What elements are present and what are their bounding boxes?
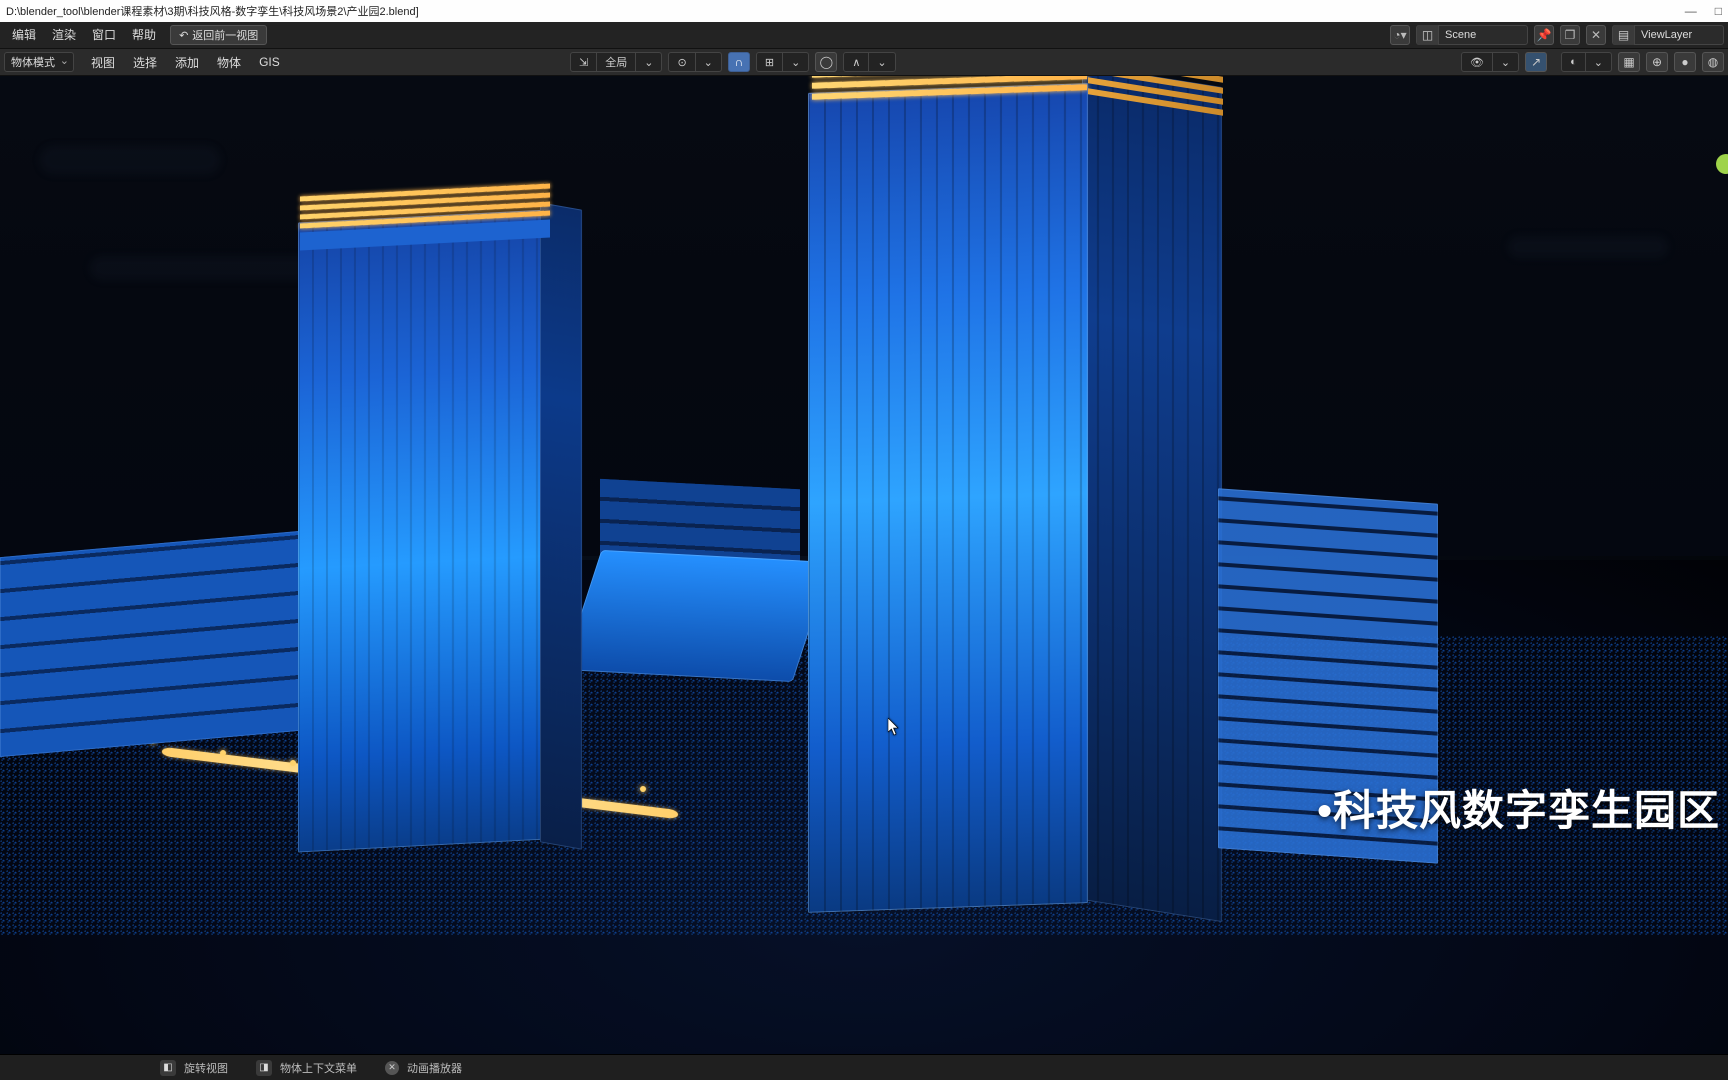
transform-orientation-label: 全局 xyxy=(597,53,636,71)
status-player-label: 动画播放器 xyxy=(407,1060,462,1076)
magnet-icon: ∩ xyxy=(735,55,744,69)
window-minimize-button[interactable]: — xyxy=(1685,4,1697,18)
window-title-path: D:\blender_tool\blender课程素材\3期\科技风格-数字孪生… xyxy=(6,3,419,19)
workspace-extras-dropdown[interactable]: ◔▾ xyxy=(1390,25,1410,45)
menu-object[interactable]: 物体 xyxy=(208,54,250,71)
status-rotate-label: 旋转视图 xyxy=(184,1060,228,1076)
cloud-decoration xyxy=(90,256,310,280)
cloud-decoration xyxy=(1508,236,1668,258)
shading-solid-button[interactable]: ● xyxy=(1674,52,1696,72)
delete-scene-button[interactable]: ✕ xyxy=(1586,25,1606,45)
overlays-dropdown[interactable]: ◐ ⌄ xyxy=(1561,52,1612,72)
gizmo-toggle-button[interactable]: ↗ xyxy=(1525,52,1547,72)
pivot-icon: ⊙ xyxy=(677,56,686,69)
eye-icon: 👁 xyxy=(1470,56,1484,69)
pivot-point-dropdown[interactable]: ⊙ ⌄ xyxy=(668,52,721,72)
viewlayer-field[interactable]: ▤ xyxy=(1612,25,1724,45)
status-bar: ◧ 旋转视图 ◨ 物体上下文菜单 ✕ 动画播放器 xyxy=(0,1054,1728,1080)
menu-bar: 编辑 渲染 窗口 帮助 ↶ 返回前一视图 ◔▾ ◫ 📌 ❐ ✕ ▤ xyxy=(0,22,1728,48)
interaction-mode-label: 物体模式 xyxy=(11,54,55,70)
gizmo-icon: ↗ xyxy=(1531,55,1541,69)
camera-shutter-icon: ◔▾ xyxy=(1393,28,1406,42)
chevron-down-icon: ⌄ xyxy=(877,56,886,69)
axis-icon: ⇲ xyxy=(579,56,588,69)
snap-element-dropdown[interactable]: ⊞ ⌄ xyxy=(756,52,809,72)
menu-help[interactable]: 帮助 xyxy=(124,22,164,48)
mouse-cursor-icon xyxy=(888,718,900,736)
chevron-down-icon: ⌄ xyxy=(644,56,653,69)
back-to-previous-view-button[interactable]: ↶ 返回前一视图 xyxy=(170,25,267,45)
status-animation-player: ✕ 动画播放器 xyxy=(385,1060,462,1076)
menu-select[interactable]: 选择 xyxy=(124,54,166,71)
viewlayer-name-input[interactable] xyxy=(1635,29,1723,41)
chevron-down-icon: ⌄ xyxy=(1594,56,1603,69)
xray-toggle-button[interactable]: ▦ xyxy=(1618,52,1640,72)
wireframe-icon: ⊕ xyxy=(1652,55,1662,69)
status-context-label: 物体上下文菜单 xyxy=(280,1060,357,1076)
back-arrow-icon: ↶ xyxy=(179,29,188,42)
menu-window[interactable]: 窗口 xyxy=(84,22,124,48)
proportional-edit-toggle[interactable]: ◯ xyxy=(815,52,837,72)
material-preview-icon: ◍ xyxy=(1708,55,1718,69)
falloff-icon: ∧ xyxy=(852,56,860,69)
visibility-filter-dropdown[interactable]: 👁 ⌄ xyxy=(1461,52,1519,72)
chevron-down-icon: ⌄ xyxy=(1501,56,1510,69)
cloud-decoration xyxy=(40,146,220,174)
proportional-icon: ◯ xyxy=(820,55,833,69)
status-rotate-view: ◧ 旋转视图 xyxy=(160,1060,228,1076)
scene-field[interactable]: ◫ xyxy=(1416,25,1528,45)
transform-orientation-dropdown[interactable]: ⇲ 全局 ⌄ xyxy=(570,52,662,72)
viewport-header: 物体模式 视图 选择 添加 物体 GIS ⇲ 全局 ⌄ ⊙ ⌄ ∩ ⊞ ⌄ ◯ … xyxy=(0,48,1728,76)
close-circle-icon: ✕ xyxy=(385,1061,399,1075)
chevron-down-icon: ⌄ xyxy=(704,56,713,69)
copy-icon: ❐ xyxy=(1565,28,1576,42)
shading-wireframe-button[interactable]: ⊕ xyxy=(1646,52,1668,72)
platform-roof xyxy=(563,550,832,682)
menu-render[interactable]: 渲染 xyxy=(44,22,84,48)
menu-add[interactable]: 添加 xyxy=(166,54,208,71)
menu-gis[interactable]: GIS xyxy=(250,55,289,69)
3d-viewport[interactable]: •科技风数字孪生园区 xyxy=(0,76,1728,1080)
scene-icon: ◫ xyxy=(1422,28,1433,42)
status-context-menu: ◨ 物体上下文菜单 xyxy=(256,1060,357,1076)
caption-text: •科技风数字孪生园区 xyxy=(1317,777,1720,838)
menu-view[interactable]: 视图 xyxy=(82,54,124,71)
overlays-icon: ◐ xyxy=(1570,56,1577,68)
mouse-right-icon: ◨ xyxy=(256,1060,272,1076)
new-scene-button[interactable]: ❐ xyxy=(1560,25,1580,45)
back-button-label: 返回前一视图 xyxy=(192,27,258,43)
proportional-falloff-dropdown[interactable]: ∧ ⌄ xyxy=(843,52,895,72)
layers-icon: ▤ xyxy=(1618,28,1629,42)
pin-scene-button[interactable]: 📌 xyxy=(1534,25,1554,45)
window-controls: — □ xyxy=(1685,4,1722,18)
scene-name-input[interactable] xyxy=(1439,29,1527,41)
low-building-left xyxy=(0,531,300,757)
window-titlebar: D:\blender_tool\blender课程素材\3期\科技风格-数字孪生… xyxy=(0,0,1728,22)
mouse-middle-icon: ◧ xyxy=(160,1060,176,1076)
menu-edit[interactable]: 编辑 xyxy=(4,22,44,48)
window-maximize-button[interactable]: □ xyxy=(1715,4,1722,18)
pin-icon: 📌 xyxy=(1537,28,1552,42)
chevron-down-icon: ⌄ xyxy=(791,56,800,69)
solid-shading-icon: ● xyxy=(1681,55,1688,69)
snap-toggle-button[interactable]: ∩ xyxy=(728,52,750,72)
grid-snap-icon: ⊞ xyxy=(765,56,774,69)
close-icon: ✕ xyxy=(1591,28,1601,42)
interaction-mode-dropdown[interactable]: 物体模式 xyxy=(4,52,74,72)
video-caption-overlay: •科技风数字孪生园区 xyxy=(1317,777,1720,838)
xray-icon: ▦ xyxy=(1623,55,1634,69)
shading-matprev-button[interactable]: ◍ xyxy=(1702,52,1724,72)
